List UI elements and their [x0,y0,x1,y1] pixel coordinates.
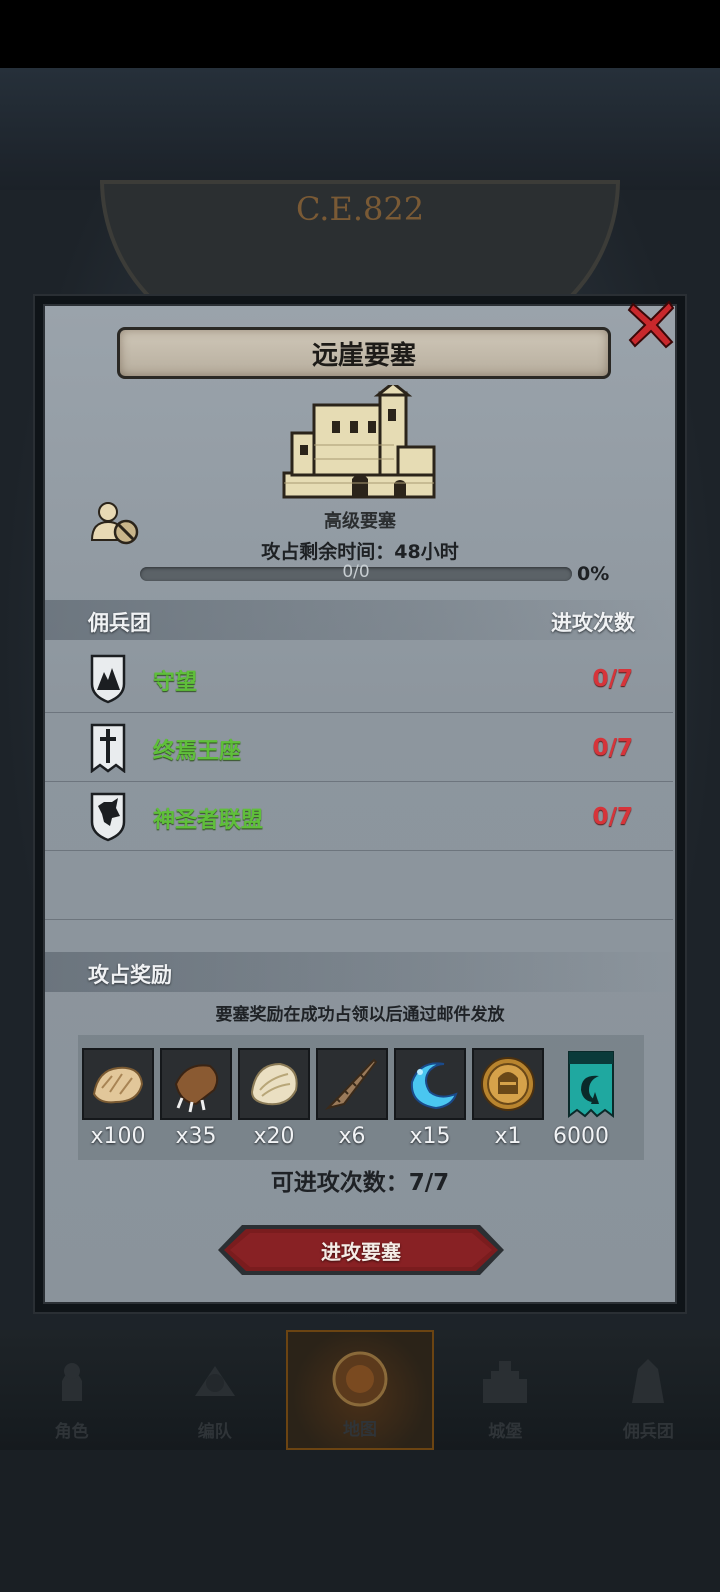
dialog-title-banner: 远崖要塞 [117,327,611,379]
section-label-attacks: 进攻次数 [551,611,635,635]
time-label: 攻占剩余时间： [261,541,395,563]
reward-slot [238,1048,310,1120]
progress-percent: 0% [577,563,610,585]
bottom-strip [0,1450,720,1592]
mercenary-row[interactable]: 神圣者联盟 0/7 [45,782,673,851]
mercenary-section-header: 佣兵团 进攻次数 [45,600,675,640]
mercenary-name: 守望 [153,670,198,695]
era-label: C.E.822 [295,190,425,228]
banner-icon [568,1051,614,1118]
castle-nav-icon [483,1361,528,1403]
reward-item[interactable]: x6 [316,1048,388,1149]
nav-mercenary[interactable]: 佣兵团 [577,1330,720,1450]
reward-qty: x20 [253,1124,295,1149]
wolf-shield-icon [90,792,126,842]
mercenary-nav-icon [632,1359,665,1403]
status-bar [0,0,720,68]
reward-item[interactable]: x100 [82,1048,154,1149]
close-icon [627,300,675,349]
nav-map[interactable]: 地图 [286,1330,434,1450]
castle-icon [282,385,436,499]
reward-note: 要塞奖励在成功占领以后通过邮件发放 [215,1005,505,1025]
reward-item[interactable]: x35 [160,1048,232,1149]
nav-label: 编队 [197,1422,232,1442]
section-label-mercenary: 佣兵团 [88,611,151,635]
attack-fortress-button[interactable]: 进攻要塞 [216,1223,506,1277]
attacks-remaining: 可进攻次数：7/7 [270,1170,450,1196]
reward-qty: x1 [494,1124,522,1149]
capture-time-remaining: 攻占剩余时间：48小时 [0,537,720,564]
reward-section-header: 攻占奖励 [45,952,675,992]
horn-icon [324,1058,378,1110]
nav-castle[interactable]: 城堡 [434,1330,577,1450]
reward-slot [472,1048,544,1120]
close-button[interactable] [620,295,682,353]
nav-label: 地图 [343,1420,377,1440]
reward-qty: x15 [409,1124,451,1149]
fortress-type: 高级要塞 [324,511,396,532]
nav-label: 城堡 [488,1422,523,1442]
attack-count: 0/7 [592,735,633,761]
progress-text: 0/0 [342,562,370,582]
reward-qty: x100 [90,1124,146,1149]
sword-banner-icon [90,723,126,773]
nav-label: 佣兵团 [622,1422,674,1442]
claw-icon [174,1064,219,1113]
nav-label: 角色 [54,1422,89,1442]
reward-slot [394,1048,466,1120]
bottom-nav: 角色 编队 地图 城堡 佣兵团 [0,1330,720,1450]
mercenary-row-empty [45,851,673,920]
reward-qty: x35 [175,1124,217,1149]
crescent-icon [410,1062,458,1110]
mercenary-row[interactable]: 守望 0/7 [45,644,673,713]
attack-fortress-label: 进攻要塞 [321,1239,401,1264]
fur-icon [92,1066,144,1104]
reward-item[interactable]: 6000 [553,1048,627,1149]
reward-slot [160,1048,232,1120]
reward-item[interactable]: x15 [394,1048,466,1149]
reward-qty: 6000 [553,1124,609,1149]
reward-slot [555,1048,627,1120]
attack-count: 0/7 [592,804,633,830]
time-value: 48小时 [394,541,459,563]
formation-icon [194,1366,235,1396]
nav-character[interactable]: 角色 [0,1330,143,1450]
reward-item[interactable]: x1 [472,1048,544,1149]
mercenary-name: 神圣者联盟 [153,808,264,833]
section-label-reward: 攻占奖励 [88,963,172,987]
dialog-title: 远崖要塞 [311,340,416,371]
knight-medal-icon [481,1057,535,1111]
hide-icon [250,1062,298,1106]
reward-item[interactable]: x20 [238,1048,310,1149]
top-band [0,68,720,190]
character-icon [61,1363,82,1401]
mountain-shield-icon [90,654,126,704]
map-icon [332,1351,388,1407]
reward-slot [316,1048,388,1120]
reward-slot [82,1048,154,1120]
reward-qty: x6 [338,1124,366,1149]
nav-formation[interactable]: 编队 [143,1330,286,1450]
mercenary-row[interactable]: 终焉王座 0/7 [45,713,673,782]
mercenary-name: 终焉王座 [153,739,242,764]
attack-count: 0/7 [592,666,633,692]
